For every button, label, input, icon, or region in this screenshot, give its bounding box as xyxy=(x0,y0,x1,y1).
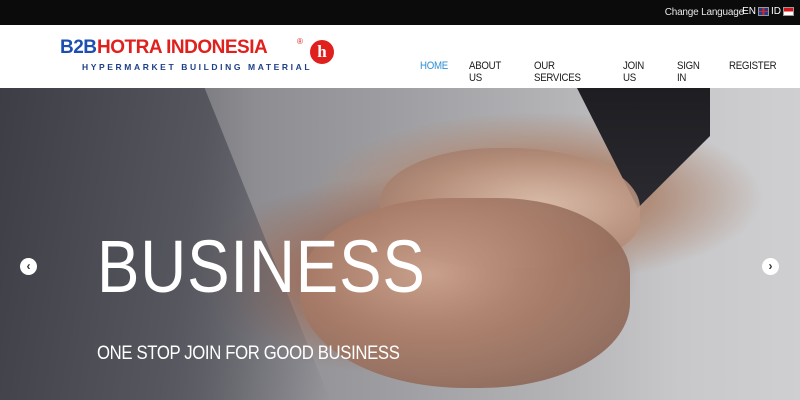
nav-home[interactable]: HOME xyxy=(420,60,448,84)
chevron-left-icon: ‹ xyxy=(26,259,31,273)
change-language-label: Change Language xyxy=(664,7,745,18)
nav-about-us[interactable]: ABOUT US xyxy=(469,60,512,84)
logo-brand-name: HOTRA INDONESIA xyxy=(97,37,268,58)
id-flag-icon xyxy=(783,7,794,16)
nav-our-services[interactable]: OUR SERVICES xyxy=(534,60,597,84)
site-header: B2B HOTRA INDONESIA ® HYPERMARKET BUILDI… xyxy=(0,25,800,88)
nav-sign-in[interactable]: SIGN IN xyxy=(677,60,708,84)
language-en-button[interactable]: EN xyxy=(742,6,769,17)
top-bar: Change Language EN ID xyxy=(0,0,800,25)
uk-flag-icon xyxy=(758,7,769,16)
hero-slider: BUSINESS ONE STOP JOIN FOR GOOD BUSINESS… xyxy=(0,88,800,400)
brand-mark-icon: h xyxy=(310,40,334,64)
main-nav: HOME ABOUT US OUR SERVICES JOIN US SIGN … xyxy=(420,60,800,84)
hero-title: BUSINESS xyxy=(97,225,426,308)
chevron-right-icon: › xyxy=(768,259,773,273)
nav-join-us[interactable]: JOIN US xyxy=(623,60,656,84)
logo-registered-mark: ® xyxy=(297,37,303,46)
language-en-label: EN xyxy=(742,6,756,17)
nav-register[interactable]: REGISTER xyxy=(729,60,777,84)
logo-b2b-text: B2B xyxy=(60,37,97,58)
language-id-button[interactable]: ID xyxy=(771,6,794,17)
slider-next-button[interactable]: › xyxy=(762,258,779,275)
slider-prev-button[interactable]: ‹ xyxy=(20,258,37,275)
hero-subtitle: ONE STOP JOIN FOR GOOD BUSINESS xyxy=(97,343,400,364)
logo-tagline: HYPERMARKET BUILDING MATERIAL xyxy=(82,62,313,72)
language-id-label: ID xyxy=(771,6,781,17)
site-logo[interactable]: B2B HOTRA INDONESIA ® HYPERMARKET BUILDI… xyxy=(60,35,340,81)
